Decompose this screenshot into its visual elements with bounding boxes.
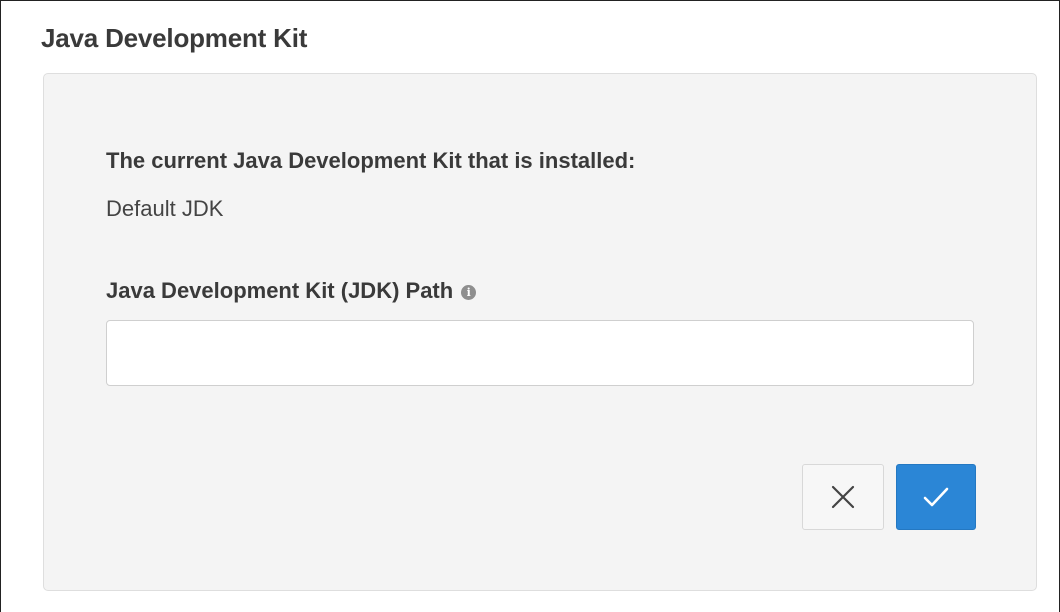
check-icon xyxy=(923,487,949,507)
section-title: Java Development Kit xyxy=(41,23,308,53)
current-jdk-value: Default JDK xyxy=(106,196,224,221)
current-jdk-label: The current Java Development Kit that is… xyxy=(106,148,636,173)
close-icon xyxy=(831,485,855,509)
window-frame: Java Development Kit The current Java De… xyxy=(0,0,1060,612)
info-icon[interactable]: i xyxy=(461,285,477,300)
cancel-button[interactable] xyxy=(802,464,884,530)
jdk-path-input[interactable] xyxy=(106,320,974,386)
jdk-path-label: Java Development Kit (JDK) Path i xyxy=(106,278,477,304)
jdk-settings-panel: The current Java Development Kit that is… xyxy=(43,73,1037,591)
jdk-path-label-text: Java Development Kit (JDK) Path xyxy=(106,278,454,303)
confirm-button[interactable] xyxy=(896,464,976,530)
